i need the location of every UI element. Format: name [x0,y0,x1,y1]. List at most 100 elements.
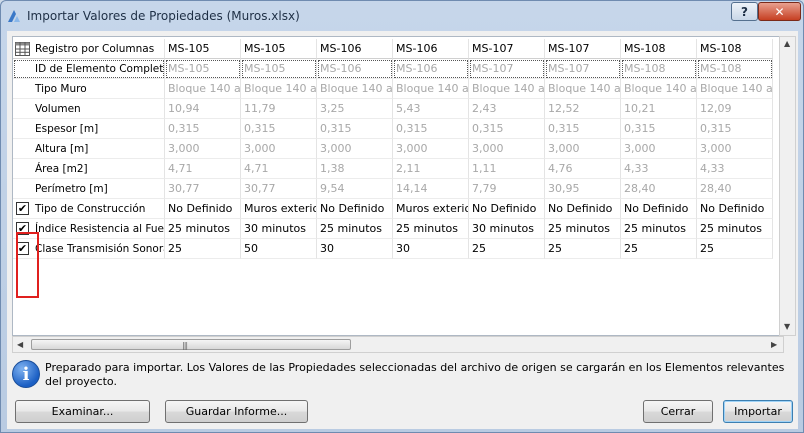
value-cell: MS-106 [393,59,469,79]
row-label: Tipo Muro [13,79,165,99]
close-button[interactable]: Cerrar [643,400,713,423]
browse-button[interactable]: Examinar... [15,400,150,423]
value-cell: 25 [469,239,545,259]
horizontal-scroll-thumb[interactable]: ||| [31,339,351,350]
value-cell: 3,000 [241,139,317,159]
value-cell: 0,315 [165,119,241,139]
import-dialog-window: Importar Valores de Propiedades (Muros.x… [0,0,804,433]
value-cell: 0,315 [241,119,317,139]
value-cell: 10,94 [165,99,241,119]
value-cell: 0,315 [545,119,621,139]
value-cell: 3,000 [317,139,393,159]
table-row[interactable]: ✔ Índice Resistencia al Fuego 25 minutos 30… [13,219,775,239]
value-cell: Bloque 140 ais [317,79,393,99]
column-header: MS-105 [241,39,317,59]
value-cell: 3,25 [317,99,393,119]
column-header: MS-106 [317,39,393,59]
value-cell: 1,11 [469,159,545,179]
title-bar[interactable]: Importar Valores de Propiedades (Muros.x… [1,1,803,31]
row-label: Tipo de Construcción [13,199,165,219]
value-cell: 25 [545,239,621,259]
value-cell: No Definido [545,199,621,219]
value-cell: 2,11 [393,159,469,179]
value-cell: No Definido [469,199,545,219]
value-cell: 4,33 [621,159,697,179]
value-cell: 25 minutos [165,219,241,239]
checkbox-highlight-box [16,232,39,298]
value-cell: 28,40 [621,179,697,199]
table-row[interactable]: ✔ Tipo de Construcción No Definido Muros ex… [13,199,775,219]
value-cell: 12,52 [545,99,621,119]
table-row[interactable]: Espesor [m] 0,315 0,315 0,315 0,315 0,315 0,31… [13,119,775,139]
scroll-left-arrow-icon[interactable]: ◀ [17,340,23,349]
value-cell: 28,40 [697,179,773,199]
value-cell: Muros exterio [393,199,469,219]
value-cell: 3,000 [393,139,469,159]
value-cell: Bloque 140 ais [393,79,469,99]
value-cell: 30 minutos [469,219,545,239]
value-cell: MS-107 [545,59,621,79]
status-message: Preparado para importar. Los Valores de … [45,361,785,388]
value-cell: 30 [317,239,393,259]
value-cell: Bloque 140 ais [545,79,621,99]
value-cell: 25 minutos [545,219,621,239]
value-cell: 3,000 [469,139,545,159]
table-row[interactable]: Tipo MuroBloque 140 aisBloque 140 aisBlo… [13,79,775,99]
info-icon: i [12,360,40,388]
scroll-down-arrow-icon[interactable]: ▼ [784,322,790,331]
value-cell: 3,000 [545,139,621,159]
vertical-scrollbar[interactable]: ▲ ▼ [779,36,796,336]
value-cell: 0,315 [317,119,393,139]
horizontal-scrollbar[interactable]: ◀ ||| ▶ [12,336,784,353]
table-row[interactable]: Altura [m] 3,000 3,000 3,000 3,000 3,000 3,000… [13,139,775,159]
table-row[interactable]: ✔ Clase Transmisión Sonora 25 50 30 30 25 25 25 2… [13,239,775,259]
value-cell: Bloque 140 ais [697,79,773,99]
value-cell: 0,315 [393,119,469,139]
value-cell: 25 [697,239,773,259]
property-values-grid[interactable]: Registro por Columnas MS-105 MS-105 MS-106… [12,36,784,336]
table-row[interactable]: Perímetro [m] 30,77 30,77 9,54 14,14 7,79 30,9… [13,179,775,199]
table-row[interactable]: ID de Elemento Completo MS-105 MS-105 MS-10… [13,59,775,79]
value-cell: 11,79 [241,99,317,119]
table-row[interactable]: Área [m2] 4,71 4,71 1,38 2,11 1,11 4,76 4,33 4,3… [13,159,775,179]
value-cell: No Definido [621,199,697,219]
column-header: MS-105 [165,39,241,59]
help-button[interactable]: ? [731,2,758,21]
value-cell: 10,21 [621,99,697,119]
grid-corner-label: Registro por Columnas [13,39,165,59]
close-icon: ✕ [774,4,785,19]
scroll-right-arrow-icon[interactable]: ▶ [771,340,777,349]
help-icon: ? [741,4,748,19]
value-cell: 30,77 [165,179,241,199]
value-cell: MS-107 [469,59,545,79]
value-cell: 30,95 [545,179,621,199]
value-cell: 4,71 [241,159,317,179]
value-cell: Bloque 140 ais [165,79,241,99]
window-title: Importar Valores de Propiedades (Muros.x… [27,9,300,23]
value-cell: 1,38 [317,159,393,179]
value-cell: No Definido [165,199,241,219]
close-window-button[interactable]: ✕ [758,2,801,21]
value-cell: 4,33 [697,159,773,179]
value-cell: 3,000 [697,139,773,159]
value-cell: MS-106 [317,59,393,79]
value-cell: 25 minutos [697,219,773,239]
scroll-up-arrow-icon[interactable]: ▲ [784,39,790,48]
value-cell: 14,14 [393,179,469,199]
grip-icon: ||| [182,341,188,350]
value-cell: 4,76 [545,159,621,179]
import-button[interactable]: Importar [723,400,793,423]
table-row[interactable]: Volumen 10,94 11,79 3,25 5,43 2,43 12,52 10,21 1… [13,99,775,119]
value-cell: No Definido [317,199,393,219]
save-report-button[interactable]: Guardar Informe... [165,400,308,423]
value-cell: 30 minutos [241,219,317,239]
value-cell: Bloque 140 ais [621,79,697,99]
value-cell: 25 [621,239,697,259]
column-header: MS-107 [469,39,545,59]
column-header: MS-108 [621,39,697,59]
column-header: MS-108 [697,39,773,59]
grid-header-row: Registro por Columnas MS-105 MS-105 MS-106… [13,39,775,59]
value-cell: 50 [241,239,317,259]
value-cell: 2,43 [469,99,545,119]
value-cell: MS-105 [241,59,317,79]
